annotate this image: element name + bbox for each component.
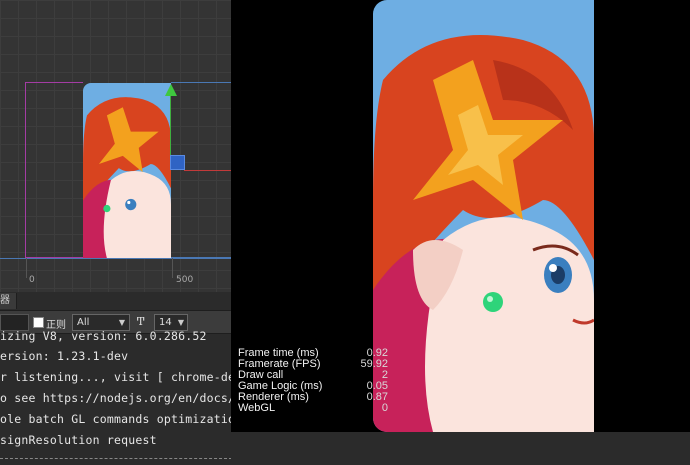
- console-log-line: izing V8, version: 6.0.286.52: [0, 329, 207, 343]
- gizmo-x-axis[interactable]: [184, 170, 232, 171]
- scene-x-axis-line: [0, 258, 232, 259]
- regex-checkbox[interactable]: [33, 317, 44, 328]
- gizmo-center-handle[interactable]: [170, 155, 185, 170]
- stat-label: WebGL: [238, 402, 276, 414]
- console-log-line: ersion: 1.23.1-dev: [0, 349, 129, 363]
- preview-sprite-girl: [373, 0, 594, 432]
- scene-sprite-girl[interactable]: [83, 83, 171, 258]
- console-panel: 器 正则 All ▼ Ͳ 14 ▼ izing V8, version: 6.0…: [0, 292, 278, 465]
- gizmo-y-arrow-icon[interactable]: [165, 84, 177, 96]
- scene-tick-mark-500: [172, 258, 173, 278]
- scene-editor-viewport[interactable]: 0 500: [0, 0, 232, 292]
- console-divider: [0, 458, 232, 459]
- scene-tick-label-0: 0: [29, 275, 35, 285]
- stat-value: 0: [381, 402, 388, 414]
- font-size-icon: Ͳ: [137, 315, 145, 328]
- scene-tick-label-500: 500: [176, 275, 194, 285]
- preview-footer: [231, 432, 690, 465]
- font-size-value: 14: [159, 317, 172, 328]
- profiler-stats-overlay: Frame time (ms) 0.92 Framerate (FPS) 59.…: [238, 348, 388, 414]
- scene-tick-mark-0: [26, 258, 27, 278]
- stat-row-webgl: WebGL 0: [238, 403, 388, 414]
- log-level-value: All: [77, 317, 90, 328]
- console-log-line: ole batch GL commands optimization!: [0, 412, 250, 426]
- console-log-line: signResolution request: [0, 433, 157, 447]
- console-tab[interactable]: 器: [0, 293, 17, 309]
- chevron-down-icon: ▼: [118, 318, 125, 327]
- chevron-down-icon: ▼: [177, 318, 184, 327]
- girl-illustration-large: [373, 0, 594, 432]
- canvas-bounds-outline: [25, 82, 83, 258]
- girl-illustration-small: [83, 83, 171, 258]
